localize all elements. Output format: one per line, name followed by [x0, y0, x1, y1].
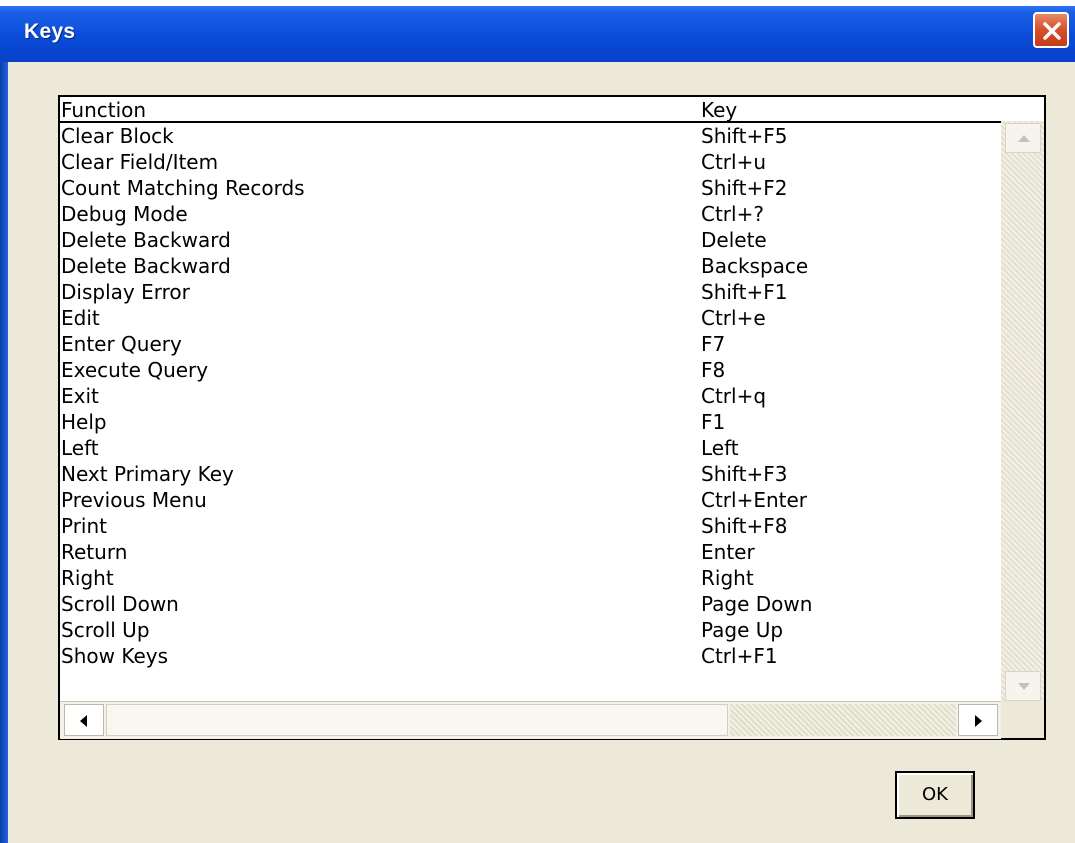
- list-item[interactable]: Show Keys Ctrl+F1: [60, 643, 1000, 669]
- list-item[interactable]: Count Matching Records Shift+F2: [60, 175, 1000, 201]
- key-cell: Right: [701, 566, 754, 590]
- function-cell: Previous Menu: [61, 488, 207, 512]
- function-cell: Count Matching Records: [61, 176, 305, 200]
- key-cell: F8: [701, 358, 726, 382]
- horizontal-scrollbar[interactable]: [60, 701, 1001, 739]
- key-cell: Shift+F3: [701, 462, 788, 486]
- keys-dialog: Keys Function Key Clear Block Shift+F5 Cle…: [0, 0, 1075, 843]
- key-cell: Shift+F2: [701, 176, 788, 200]
- scrollbar-corner: [1001, 701, 1044, 738]
- list-item[interactable]: Right Right: [60, 565, 1000, 591]
- key-cell: F1: [701, 410, 726, 434]
- keys-list[interactable]: Function Key Clear Block Shift+F5 Clear Fi…: [58, 95, 1046, 740]
- key-cell: F7: [701, 332, 726, 356]
- list-item[interactable]: Next Primary Key Shift+F3: [60, 461, 1000, 487]
- close-icon: [1043, 22, 1061, 40]
- key-cell: Page Up: [701, 618, 784, 642]
- scroll-up-button[interactable]: [1005, 123, 1041, 153]
- function-cell: Exit: [61, 384, 99, 408]
- vertical-scrollbar[interactable]: [1001, 121, 1044, 701]
- function-cell: Delete Backward: [61, 228, 231, 252]
- list-item[interactable]: Display Error Shift+F1: [60, 279, 1000, 305]
- function-cell: Print: [61, 514, 108, 538]
- arrow-right-icon: [975, 715, 982, 727]
- top-strip: [0, 0, 1075, 6]
- function-cell: Scroll Down: [61, 592, 179, 616]
- window-left-border: [0, 62, 8, 843]
- key-cell: Ctrl+e: [701, 306, 766, 330]
- key-cell: Shift+F5: [701, 124, 788, 148]
- scroll-down-button[interactable]: [1005, 671, 1041, 701]
- list-item[interactable]: Scroll Down Page Down: [60, 591, 1000, 617]
- list-item[interactable]: Delete Backward Delete: [60, 227, 1000, 253]
- function-cell: Next Primary Key: [61, 462, 234, 486]
- scroll-right-button[interactable]: [958, 704, 998, 736]
- key-cell: Enter: [701, 540, 755, 564]
- function-cell: Debug Mode: [61, 202, 188, 226]
- list-header: Function Key: [60, 97, 1044, 123]
- key-cell: Ctrl+u: [701, 150, 767, 174]
- list-item[interactable]: Debug Mode Ctrl+?: [60, 201, 1000, 227]
- function-cell: Clear Block: [61, 124, 174, 148]
- function-cell: Clear Field/Item: [61, 150, 219, 174]
- function-cell: Enter Query: [61, 332, 182, 356]
- function-cell: Delete Backward: [61, 254, 231, 278]
- list-item[interactable]: Scroll Up Page Up: [60, 617, 1000, 643]
- horizontal-scroll-thumb[interactable]: [106, 704, 728, 736]
- function-cell: Left: [61, 436, 99, 460]
- key-cell: Ctrl+q: [701, 384, 767, 408]
- function-cell: Show Keys: [61, 644, 169, 668]
- list-item[interactable]: Execute Query F8: [60, 357, 1000, 383]
- function-cell: Edit: [61, 306, 100, 330]
- list-item[interactable]: Delete Backward Backspace: [60, 253, 1000, 279]
- window-title: Keys: [24, 20, 76, 43]
- list-item[interactable]: Return Enter: [60, 539, 1000, 565]
- function-cell: Return: [61, 540, 128, 564]
- ok-button[interactable]: OK: [895, 771, 975, 819]
- close-button[interactable]: [1033, 12, 1069, 48]
- function-cell: Execute Query: [61, 358, 209, 382]
- function-cell: Scroll Up: [61, 618, 150, 642]
- list-rows: Clear Block Shift+F5 Clear Field/Item Ctrl+…: [60, 123, 1000, 701]
- key-cell: Backspace: [701, 254, 809, 278]
- column-header-key[interactable]: Key: [701, 97, 737, 123]
- arrow-up-icon: [1018, 135, 1030, 142]
- list-item[interactable]: Previous Menu Ctrl+Enter: [60, 487, 1000, 513]
- function-cell: Right: [61, 566, 114, 590]
- key-cell: Left: [701, 436, 739, 460]
- title-bar[interactable]: Keys: [0, 0, 1075, 62]
- list-item[interactable]: Help F1: [60, 409, 1000, 435]
- horizontal-scroll-track[interactable]: [730, 704, 956, 736]
- key-cell: Shift+F1: [701, 280, 788, 304]
- key-cell: Ctrl+Enter: [701, 488, 808, 512]
- list-item[interactable]: Exit Ctrl+q: [60, 383, 1000, 409]
- key-cell: Shift+F8: [701, 514, 788, 538]
- function-cell: Display Error: [61, 280, 190, 304]
- list-item[interactable]: Print Shift+F8: [60, 513, 1000, 539]
- arrow-down-icon: [1018, 683, 1030, 690]
- list-item[interactable]: Edit Ctrl+e: [60, 305, 1000, 331]
- key-cell: Page Down: [701, 592, 813, 616]
- key-cell: Ctrl+F1: [701, 644, 778, 668]
- column-header-function[interactable]: Function: [61, 97, 146, 123]
- key-cell: Ctrl+?: [701, 202, 764, 226]
- function-cell: Help: [61, 410, 107, 434]
- list-item[interactable]: Clear Field/Item Ctrl+u: [60, 149, 1000, 175]
- list-item[interactable]: Left Left: [60, 435, 1000, 461]
- list-item[interactable]: Enter Query F7: [60, 331, 1000, 357]
- list-item[interactable]: Clear Block Shift+F5: [60, 123, 1000, 149]
- key-cell: Delete: [701, 228, 767, 252]
- arrow-left-icon: [80, 715, 87, 727]
- scroll-left-button[interactable]: [64, 704, 104, 736]
